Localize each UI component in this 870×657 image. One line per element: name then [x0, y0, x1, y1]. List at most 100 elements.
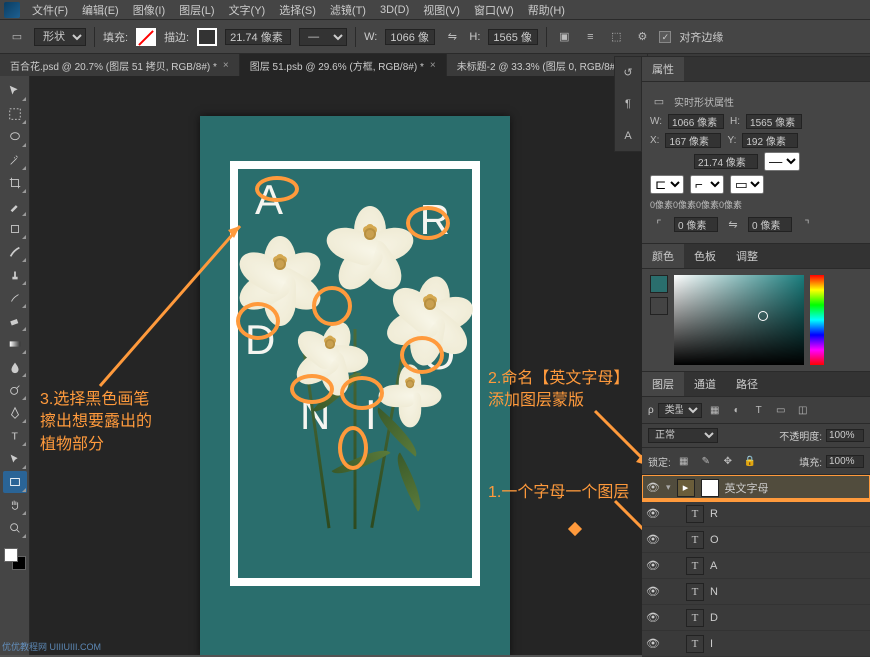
eyedropper-tool[interactable]: [3, 195, 27, 217]
visibility-icon[interactable]: 👁: [646, 481, 660, 494]
heal-tool[interactable]: [3, 218, 27, 240]
filter-type-icon[interactable]: T: [750, 401, 768, 419]
history-icon[interactable]: ↺: [619, 63, 637, 81]
lasso-tool[interactable]: [3, 126, 27, 148]
gear-icon[interactable]: ⚙: [633, 28, 651, 46]
layer-row[interactable]: 👁TA: [642, 553, 870, 579]
character-icon[interactable]: ¶: [619, 95, 637, 113]
color-swatches[interactable]: [4, 548, 26, 570]
layers-tab[interactable]: 图层: [642, 372, 684, 396]
filter-smart-icon[interactable]: ◫: [794, 401, 812, 419]
menu-3d[interactable]: 3D(D): [374, 2, 415, 18]
visibility-icon[interactable]: 👁: [646, 533, 660, 546]
menu-image[interactable]: 图像(I): [127, 0, 171, 20]
prop-w-input[interactable]: [668, 114, 724, 129]
layer-group[interactable]: 👁 ▾ ▸ 英文字母: [642, 475, 870, 501]
adjust-tab[interactable]: 调整: [726, 244, 768, 268]
close-icon[interactable]: ×: [223, 60, 229, 71]
layer-name[interactable]: O: [710, 534, 719, 546]
lock-all-icon[interactable]: 🔒: [741, 452, 759, 470]
menu-select[interactable]: 选择(S): [273, 0, 322, 20]
layer-row[interactable]: 👁TO: [642, 527, 870, 553]
menu-layer[interactable]: 图层(L): [173, 0, 220, 20]
layer-mask[interactable]: [701, 479, 719, 497]
stroke-swatch[interactable]: [197, 28, 217, 46]
opacity-input[interactable]: [826, 429, 864, 442]
menu-file[interactable]: 文件(F): [26, 0, 74, 20]
prop-h-input[interactable]: [746, 114, 802, 129]
layer-row[interactable]: 👁TN: [642, 579, 870, 605]
history-brush-tool[interactable]: [3, 287, 27, 309]
properties-tab[interactable]: 属性: [642, 57, 684, 81]
stroke-type-select[interactable]: —: [764, 152, 800, 171]
marquee-tool[interactable]: [3, 103, 27, 125]
fill-swatch[interactable]: [650, 155, 666, 169]
canvas-area[interactable]: A R D O N I: [30, 76, 642, 655]
stamp-tool[interactable]: [3, 264, 27, 286]
layer-name[interactable]: D: [710, 612, 718, 624]
stroke-swatch[interactable]: [672, 155, 688, 169]
menu-view[interactable]: 视图(V): [417, 0, 466, 20]
visibility-icon[interactable]: 👁: [646, 585, 660, 598]
width-input[interactable]: [385, 29, 435, 45]
menu-edit[interactable]: 编辑(E): [76, 0, 125, 20]
height-input[interactable]: [488, 29, 538, 45]
fill-swatch[interactable]: [136, 28, 156, 46]
menu-help[interactable]: 帮助(H): [522, 0, 571, 20]
filter-kind-select[interactable]: 类型: [658, 403, 702, 418]
chevron-down-icon[interactable]: ▾: [666, 482, 671, 493]
visibility-icon[interactable]: 👁: [646, 637, 660, 650]
zoom-tool[interactable]: [3, 517, 27, 539]
stroke-width-input[interactable]: [225, 29, 291, 45]
bg-swatch[interactable]: [650, 297, 668, 315]
menu-window[interactable]: 窗口(W): [468, 0, 520, 20]
eraser-tool[interactable]: [3, 310, 27, 332]
layer-row[interactable]: 👁TD: [642, 605, 870, 631]
layer-name[interactable]: A: [710, 560, 717, 572]
crop-tool[interactable]: [3, 172, 27, 194]
cap-select[interactable]: ⊏: [650, 175, 684, 194]
blend-mode-select[interactable]: 正常: [648, 428, 718, 443]
visibility-icon[interactable]: 👁: [646, 559, 660, 572]
filter-shape-icon[interactable]: ▭: [772, 401, 790, 419]
layer-row[interactable]: 👁TR: [642, 501, 870, 527]
doc-tab-1[interactable]: 百合花.psd @ 20.7% (图层 51 拷贝, RGB/8#) *×: [0, 54, 240, 76]
dodge-tool[interactable]: [3, 379, 27, 401]
close-icon[interactable]: ×: [430, 60, 436, 71]
type-tool[interactable]: T: [3, 425, 27, 447]
layer-name[interactable]: R: [710, 508, 718, 520]
prop-x-input[interactable]: [665, 133, 721, 148]
link-wh-icon[interactable]: ⇋: [443, 28, 461, 46]
move-tool[interactable]: [3, 80, 27, 102]
shape-mode-select[interactable]: 形状: [34, 28, 86, 46]
hand-tool[interactable]: [3, 494, 27, 516]
align-icon[interactable]: ≡: [581, 28, 599, 46]
gradient-tool[interactable]: [3, 333, 27, 355]
blur-tool[interactable]: [3, 356, 27, 378]
fill-input[interactable]: [826, 455, 864, 468]
filter-pixel-icon[interactable]: ▦: [706, 401, 724, 419]
color-tab[interactable]: 颜色: [642, 244, 684, 268]
corner-input[interactable]: [674, 217, 718, 232]
layer-name[interactable]: 英文字母: [725, 480, 769, 496]
stroke-style-select[interactable]: —: [299, 28, 347, 46]
menu-filter[interactable]: 滤镜(T): [324, 0, 372, 20]
corner-input[interactable]: [748, 217, 792, 232]
hue-slider[interactable]: [810, 275, 824, 365]
arrange-icon[interactable]: ⬚: [607, 28, 625, 46]
lock-trans-icon[interactable]: ▦: [675, 452, 693, 470]
layer-name[interactable]: I: [710, 638, 713, 650]
align-select[interactable]: ▭: [730, 175, 764, 194]
fg-swatch[interactable]: [650, 275, 668, 293]
doc-tab-2[interactable]: 图层 51.psb @ 29.6% (方框, RGB/8#) *×: [240, 54, 447, 76]
brush-tool[interactable]: [3, 241, 27, 263]
link-icon[interactable]: ⇋: [724, 215, 742, 233]
join-select[interactable]: ⌐: [690, 175, 724, 194]
pen-tool[interactable]: [3, 402, 27, 424]
color-field[interactable]: [674, 275, 804, 365]
wand-tool[interactable]: [3, 149, 27, 171]
align-edges-checkbox[interactable]: [659, 31, 671, 43]
layer-row[interactable]: 👁TI: [642, 631, 870, 657]
visibility-icon[interactable]: 👁: [646, 611, 660, 624]
prop-y-input[interactable]: [742, 133, 798, 148]
